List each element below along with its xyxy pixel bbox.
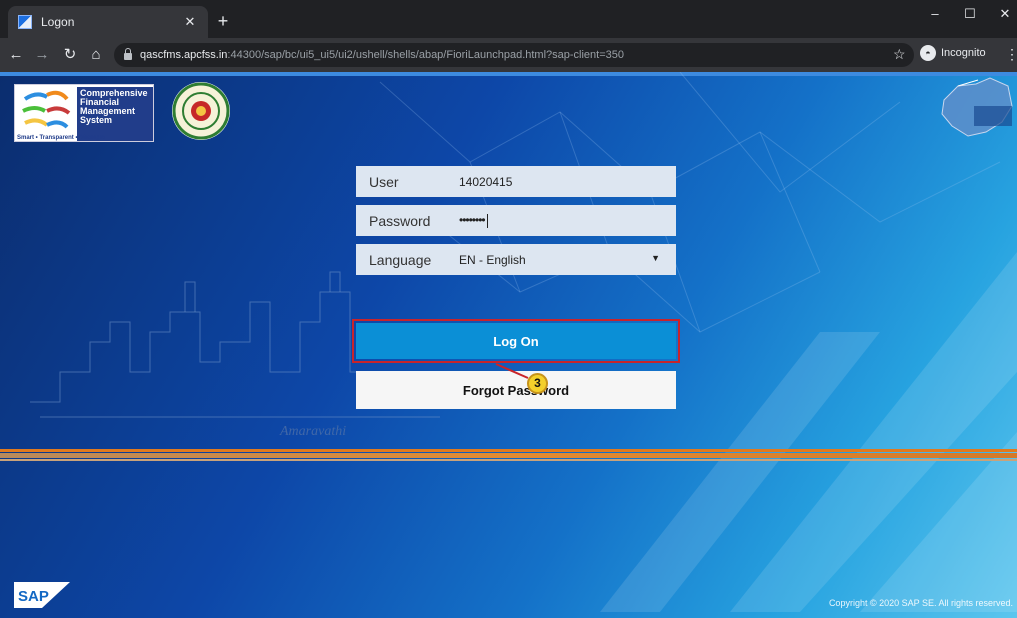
- divider-stripe: [0, 449, 1017, 452]
- lock-icon: [124, 48, 132, 60]
- browser-toolbar: ← → ↻ ⌂ qascfms.apcfss.in:44300/sap/bc/u…: [0, 38, 1017, 72]
- divider-stripe: [0, 453, 1017, 458]
- back-icon[interactable]: ←: [6, 46, 26, 64]
- tab-title: Logon: [41, 15, 75, 29]
- reload-icon[interactable]: ↻: [60, 46, 80, 64]
- incognito-indicator[interactable]: ◓ Incognito: [920, 45, 986, 61]
- step-marker: 3: [527, 373, 548, 394]
- url-text: qascfms.apcfss.in:44300/sap/bc/ui5_ui5/u…: [140, 49, 624, 61]
- browser-tab-bar: Logon ✕ + – ☐ ✕: [0, 0, 1017, 38]
- logon-page: Amaravathi Comprehensive Financial Manag…: [0, 72, 1017, 618]
- sap-logo-text: SAP: [18, 588, 49, 605]
- menu-icon[interactable]: ⋮: [1005, 46, 1017, 63]
- incognito-label: Incognito: [941, 47, 986, 59]
- forward-icon[interactable]: →: [32, 46, 52, 64]
- address-bar[interactable]: qascfms.apcfss.in:44300/sap/bc/ui5_ui5/u…: [114, 43, 914, 67]
- close-window-icon[interactable]: ✕: [990, 6, 1017, 22]
- home-icon[interactable]: ⌂: [86, 46, 106, 64]
- browser-tab[interactable]: Logon ✕: [8, 6, 208, 38]
- maximize-icon[interactable]: ☐: [955, 6, 985, 22]
- url-path: :44300/sap/bc/ui5_ui5/ui2/ushell/shells/…: [227, 49, 624, 61]
- copyright-text: Copyright © 2020 SAP SE. All rights rese…: [828, 598, 1013, 608]
- close-tab-icon[interactable]: ✕: [182, 14, 198, 30]
- url-host: qascfms.apcfss.in: [140, 49, 228, 61]
- favicon-icon: [18, 15, 32, 29]
- bookmark-star-icon[interactable]: ☆: [893, 46, 906, 63]
- incognito-icon: ◓: [920, 45, 936, 61]
- divider-stripe: [0, 459, 1017, 461]
- minimize-icon[interactable]: –: [920, 6, 950, 21]
- step-pointer-line: [495, 363, 529, 379]
- new-tab-icon[interactable]: +: [214, 12, 232, 30]
- sap-logo: SAP: [14, 582, 70, 608]
